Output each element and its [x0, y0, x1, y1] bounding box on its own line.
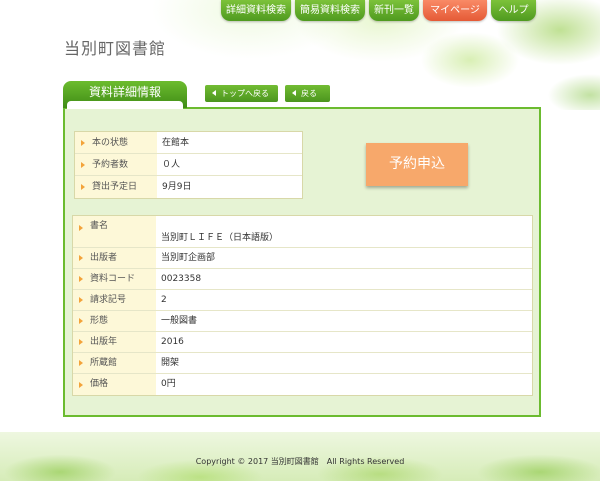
title-value: 当別町ＬＩＦＥ（日本語版） [156, 216, 532, 247]
reservations-label: 予約者数 [75, 154, 157, 175]
reservations-value: ０人 [157, 154, 302, 175]
copyright-text: Copyright © 2017 当別町図書館 All Rights Reser… [195, 457, 405, 466]
section-tab: 資料詳細情報 [63, 81, 187, 109]
table-row: 書名 当別町ＬＩＦＥ（日本語版） [73, 216, 532, 248]
back-button[interactable]: 戻る [285, 85, 330, 102]
price-label: 価格 [73, 374, 156, 395]
nav-new-arrivals[interactable]: 新刊一覧 [369, 0, 419, 21]
publisher-value: 当別町企画部 [156, 248, 532, 268]
item-code-value: 0023358 [156, 269, 532, 289]
bullet-arrow-icon [81, 184, 85, 190]
status-row: 本の状態 在館本 [75, 132, 302, 154]
location-label: 所蔵館 [73, 353, 156, 373]
price-value: 0円 [156, 374, 532, 395]
back-to-top-button[interactable]: トップへ戻る [205, 85, 278, 102]
bullet-arrow-icon [79, 339, 83, 345]
detail-panel: 本の状態 在館本 予約者数 ０人 貸出予定日 9月9日 予約申込 書名 当別町Ｌ… [63, 107, 541, 417]
due-date-label: 貸出予定日 [75, 176, 157, 198]
location-value: 開架 [156, 353, 532, 373]
nav-advanced-search[interactable]: 詳細資料検索 [221, 0, 291, 21]
due-date-row: 貸出予定日 9月9日 [75, 176, 302, 198]
bullet-arrow-icon [79, 276, 83, 282]
site-title: 当別町図書館 [64, 39, 167, 58]
bullet-arrow-icon [81, 161, 85, 168]
section-tab-label: 資料詳細情報 [88, 85, 161, 99]
reservations-row: 予約者数 ０人 [75, 154, 302, 176]
status-table: 本の状態 在館本 予約者数 ０人 貸出予定日 9月9日 [74, 131, 303, 199]
publisher-label: 出版者 [73, 248, 156, 268]
publication-year-label: 出版年 [73, 332, 156, 352]
call-number-value: 2 [156, 290, 532, 310]
table-row: 所蔵館 開架 [73, 353, 532, 374]
bullet-arrow-icon [79, 225, 83, 231]
nav-my-page[interactable]: マイページ [423, 0, 487, 21]
top-navigation: 詳細資料検索 簡易資料検索 新刊一覧 マイページ ヘルプ [221, 0, 536, 21]
nav-help[interactable]: ヘルプ [491, 0, 536, 21]
reserve-button[interactable]: 予約申込 [366, 143, 468, 186]
bullet-arrow-icon [79, 318, 83, 324]
back-label: 戻る [301, 89, 317, 98]
call-number-label: 請求記号 [73, 290, 156, 310]
bullet-arrow-icon [79, 381, 83, 388]
table-row: 形態 一般図書 [73, 311, 532, 332]
table-row: 資料コード 0023358 [73, 269, 532, 290]
format-label: 形態 [73, 311, 156, 331]
item-code-label: 資料コード [73, 269, 156, 289]
table-row: 出版者 当別町企画部 [73, 248, 532, 269]
bullet-arrow-icon [79, 360, 83, 366]
table-row: 請求記号 2 [73, 290, 532, 311]
status-value: 在館本 [157, 132, 302, 153]
bullet-arrow-icon [79, 255, 83, 261]
format-value: 一般図書 [156, 311, 532, 331]
status-label: 本の状態 [75, 132, 157, 153]
bullet-arrow-icon [81, 139, 85, 146]
due-date-value: 9月9日 [157, 176, 302, 198]
nav-simple-search[interactable]: 簡易資料検索 [295, 0, 365, 21]
publication-year-value: 2016 [156, 332, 532, 352]
left-triangle-icon [212, 90, 216, 96]
left-triangle-icon [292, 90, 296, 96]
detail-table: 書名 当別町ＬＩＦＥ（日本語版） 出版者 当別町企画部 資料コード 002335… [72, 215, 533, 396]
title-label: 書名 [73, 216, 156, 247]
back-to-top-label: トップへ戻る [221, 89, 269, 98]
bullet-arrow-icon [79, 297, 83, 303]
table-row: 価格 0円 [73, 374, 532, 395]
table-row: 出版年 2016 [73, 332, 532, 353]
